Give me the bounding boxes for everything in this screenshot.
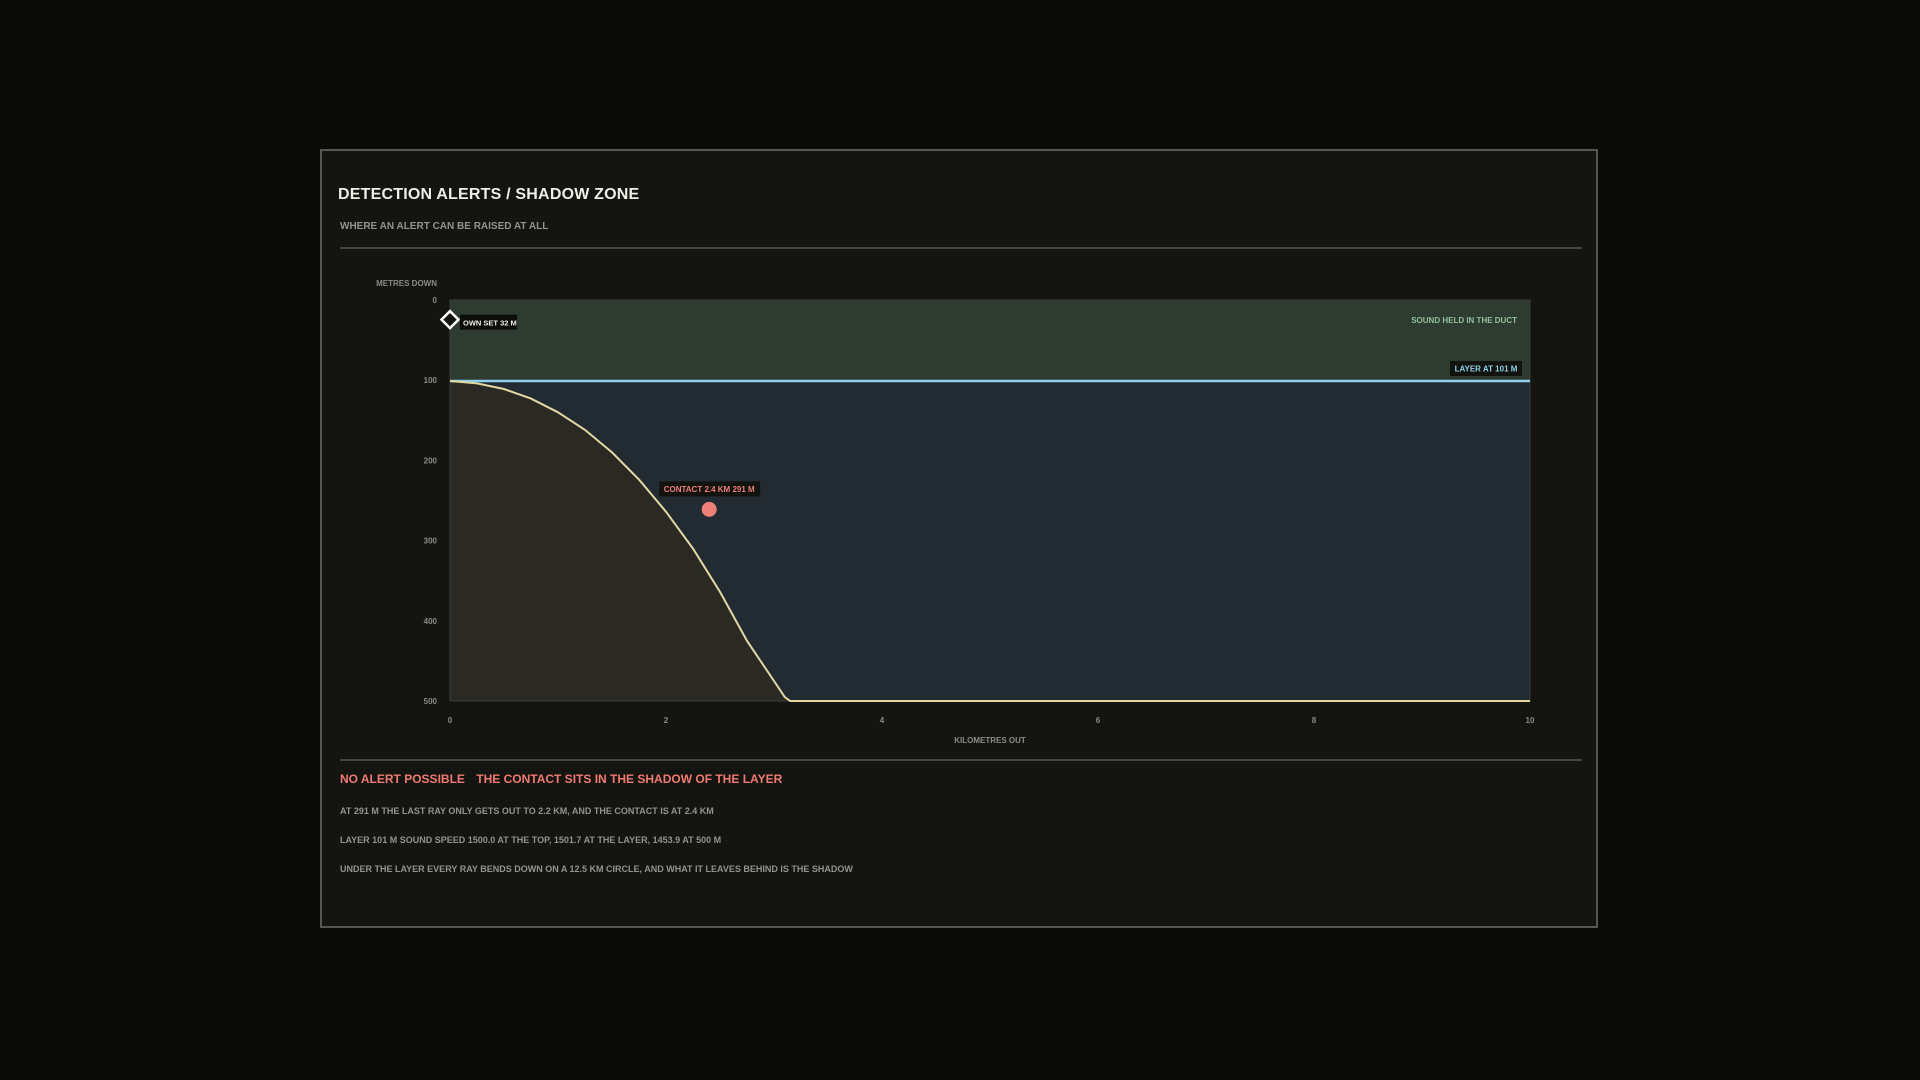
layer-label: LAYER AT 101 M bbox=[1455, 365, 1518, 374]
note-sound-speed: LAYER 101 M SOUND SPEED 1500.0 AT THE TO… bbox=[340, 835, 722, 845]
shadow-zone-chart: 0 100 200 300 400 500 0 2 4 6 8 10 METRES DOWN KIL… bbox=[376, 279, 1535, 745]
note-ray-geometry: UNDER THE LAYER EVERY RAY BENDS DOWN ON … bbox=[340, 864, 853, 874]
footer-divider bbox=[340, 759, 1582, 761]
y-tick-label: 400 bbox=[424, 617, 438, 626]
surface-duct-region bbox=[450, 300, 1530, 382]
contact-label: CONTACT 2.4 KM 291 M bbox=[664, 485, 755, 494]
contact-point bbox=[701, 501, 717, 517]
y-tick-label: 500 bbox=[424, 697, 438, 706]
x-axis-label: KILOMETRES OUT bbox=[954, 736, 1026, 745]
x-tick-label: 2 bbox=[664, 716, 669, 725]
alert-headline: NO ALERT POSSIBLE bbox=[340, 772, 465, 786]
x-tick-label: 6 bbox=[1096, 716, 1101, 725]
y-tick-label: 300 bbox=[424, 537, 438, 546]
y-axis-label: METRES DOWN bbox=[376, 279, 437, 288]
alert-status: NO ALERT POSSIBLE THE CONTACT SITS IN TH… bbox=[340, 772, 782, 786]
x-tick-label: 10 bbox=[1526, 716, 1535, 725]
x-tick-label: 0 bbox=[448, 716, 453, 725]
own-ship-label: OWN SET 32 M bbox=[463, 319, 517, 328]
duct-label: SOUND HELD IN THE DUCT bbox=[1411, 316, 1517, 325]
y-tick-label: 0 bbox=[433, 296, 438, 305]
note-range: AT 291 M THE LAST RAY ONLY GETS OUT TO 2… bbox=[340, 806, 714, 816]
x-tick-label: 8 bbox=[1312, 716, 1317, 725]
x-tick-label: 4 bbox=[880, 716, 885, 725]
y-tick-label: 100 bbox=[424, 376, 438, 385]
y-tick-label: 200 bbox=[424, 456, 438, 465]
alert-reason: THE CONTACT SITS IN THE SHADOW OF THE LA… bbox=[476, 772, 783, 786]
